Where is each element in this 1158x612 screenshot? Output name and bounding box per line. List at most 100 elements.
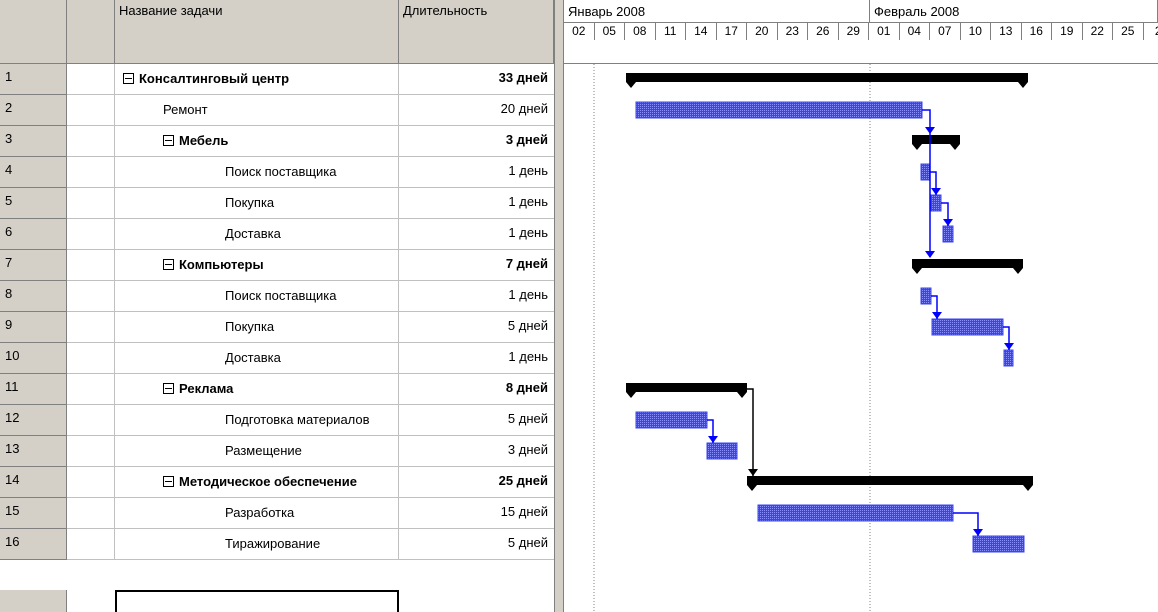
task-name-cell[interactable]: Поиск поставщика xyxy=(115,281,399,312)
dependency-arrow[interactable] xyxy=(932,312,942,319)
task-bar[interactable] xyxy=(635,411,708,429)
task-row[interactable]: 10 Доставка 1 день xyxy=(0,343,554,374)
row-number[interactable]: 11 xyxy=(0,374,67,405)
row-number[interactable]: 1 xyxy=(0,64,67,95)
duration-cell[interactable]: 25 дней xyxy=(399,467,554,498)
collapse-minus-icon[interactable] xyxy=(163,135,174,147)
indicator-cell[interactable] xyxy=(67,157,115,188)
summary-bar[interactable] xyxy=(747,476,1033,491)
task-name-cell[interactable]: Консалтинговый центр xyxy=(115,64,399,95)
row-number[interactable]: 7 xyxy=(0,250,67,281)
dependency-arrow[interactable] xyxy=(973,529,983,536)
collapse-minus-icon[interactable] xyxy=(123,73,134,85)
task-name-cell[interactable]: Реклама xyxy=(115,374,399,405)
summary-bar[interactable] xyxy=(626,383,747,398)
task-name-column-header[interactable]: Название задачи xyxy=(115,0,399,64)
dependency-arrow[interactable] xyxy=(708,436,718,443)
task-row[interactable]: 9 Покупка 5 дней xyxy=(0,312,554,343)
duration-cell[interactable]: 3 дней xyxy=(399,436,554,467)
collapse-minus-icon[interactable] xyxy=(163,259,174,271)
task-row[interactable]: 14 Методическое обеспечение 25 дней xyxy=(0,467,554,498)
row-number[interactable]: 5 xyxy=(0,188,67,219)
row-number[interactable]: 6 xyxy=(0,219,67,250)
task-row[interactable]: 7 Компьютеры 7 дней xyxy=(0,250,554,281)
duration-cell[interactable]: 1 день xyxy=(399,343,554,374)
collapse-minus-icon[interactable] xyxy=(163,383,174,395)
task-bar[interactable] xyxy=(920,287,932,305)
indicator-cell[interactable] xyxy=(67,95,115,126)
task-bar[interactable] xyxy=(972,535,1025,553)
duration-cell[interactable]: 8 дней xyxy=(399,374,554,405)
task-name-cell[interactable]: Ремонт xyxy=(115,95,399,126)
indicator-cell[interactable] xyxy=(67,64,115,95)
row-number[interactable]: 15 xyxy=(0,498,67,529)
row-number[interactable]: 14 xyxy=(0,467,67,498)
indicator-cell[interactable] xyxy=(67,467,115,498)
row-header-empty[interactable] xyxy=(0,590,67,612)
task-row[interactable]: 12 Подготовка материалов 5 дней xyxy=(0,405,554,436)
task-name-cell[interactable]: Доставка xyxy=(115,219,399,250)
indicator-cell[interactable] xyxy=(67,374,115,405)
row-number[interactable]: 12 xyxy=(0,405,67,436)
select-all-corner[interactable] xyxy=(0,0,67,64)
row-number[interactable]: 8 xyxy=(0,281,67,312)
duration-cell[interactable]: 15 дней xyxy=(399,498,554,529)
task-row[interactable]: 8 Поиск поставщика 1 день xyxy=(0,281,554,312)
task-row[interactable]: 11 Реклама 8 дней xyxy=(0,374,554,405)
indicator-cell[interactable] xyxy=(67,436,115,467)
summary-bar[interactable] xyxy=(912,135,960,150)
task-name-cell[interactable]: Доставка xyxy=(115,343,399,374)
task-name-cell[interactable]: Компьютеры xyxy=(115,250,399,281)
duration-cell[interactable]: 7 дней xyxy=(399,250,554,281)
indicator-cell[interactable] xyxy=(67,312,115,343)
task-bar[interactable] xyxy=(1003,349,1014,367)
dependency-arrow[interactable] xyxy=(931,188,941,195)
dependency-arrow[interactable] xyxy=(1004,343,1014,350)
row-number[interactable]: 13 xyxy=(0,436,67,467)
task-row[interactable]: 2 Ремонт 20 дней xyxy=(0,95,554,126)
dependency-arrow[interactable] xyxy=(925,251,935,258)
task-bar[interactable] xyxy=(706,442,738,460)
task-row[interactable]: 5 Покупка 1 день xyxy=(0,188,554,219)
task-row[interactable]: 3 Мебель 3 дней xyxy=(0,126,554,157)
task-row[interactable]: 6 Доставка 1 день xyxy=(0,219,554,250)
indicator-cell[interactable] xyxy=(67,343,115,374)
duration-cell[interactable]: 1 день xyxy=(399,188,554,219)
indicator-cell[interactable] xyxy=(67,188,115,219)
indicator-cell[interactable] xyxy=(67,281,115,312)
dependency-arrow[interactable] xyxy=(748,469,758,476)
dependency-arrow[interactable] xyxy=(943,219,953,226)
task-name-cell[interactable]: Тиражирование xyxy=(115,529,399,560)
view-splitter[interactable] xyxy=(554,0,564,612)
task-row[interactable]: 4 Поиск поставщика 1 день xyxy=(0,157,554,188)
duration-cell[interactable]: 5 дней xyxy=(399,529,554,560)
task-bar[interactable] xyxy=(942,225,954,243)
summary-bar[interactable] xyxy=(626,73,1028,88)
row-number[interactable]: 3 xyxy=(0,126,67,157)
duration-cell[interactable]: 5 дней xyxy=(399,312,554,343)
task-name-cell[interactable]: Разработка xyxy=(115,498,399,529)
task-bar[interactable] xyxy=(920,163,931,181)
task-row[interactable]: 13 Размещение 3 дней xyxy=(0,436,554,467)
duration-cell[interactable]: 3 дней xyxy=(399,126,554,157)
duration-cell[interactable]: 1 день xyxy=(399,157,554,188)
indicators-column-header[interactable]: i xyxy=(67,0,163,64)
task-row[interactable]: 1 Консалтинговый центр 33 дней xyxy=(0,64,554,95)
task-name-cell[interactable]: Подготовка материалов xyxy=(115,405,399,436)
task-bar[interactable] xyxy=(930,194,942,212)
row-number[interactable]: 4 xyxy=(0,157,67,188)
task-name-cell[interactable]: Размещение xyxy=(115,436,399,467)
indicator-cell[interactable] xyxy=(67,219,115,250)
task-name-cell[interactable]: Мебель xyxy=(115,126,399,157)
indicator-cell[interactable] xyxy=(67,405,115,436)
task-row[interactable]: 15 Разработка 15 дней xyxy=(0,498,554,529)
task-name-edit-cell[interactable] xyxy=(115,590,399,612)
duration-cell[interactable]: 5 дней xyxy=(399,405,554,436)
task-name-cell[interactable]: Покупка xyxy=(115,312,399,343)
duration-cell[interactable]: 33 дней xyxy=(399,64,554,95)
row-number[interactable]: 9 xyxy=(0,312,67,343)
duration-cell[interactable]: 1 день xyxy=(399,219,554,250)
duration-cell[interactable]: 20 дней xyxy=(399,95,554,126)
dependency-arrow[interactable] xyxy=(925,127,935,134)
row-number[interactable]: 16 xyxy=(0,529,67,560)
